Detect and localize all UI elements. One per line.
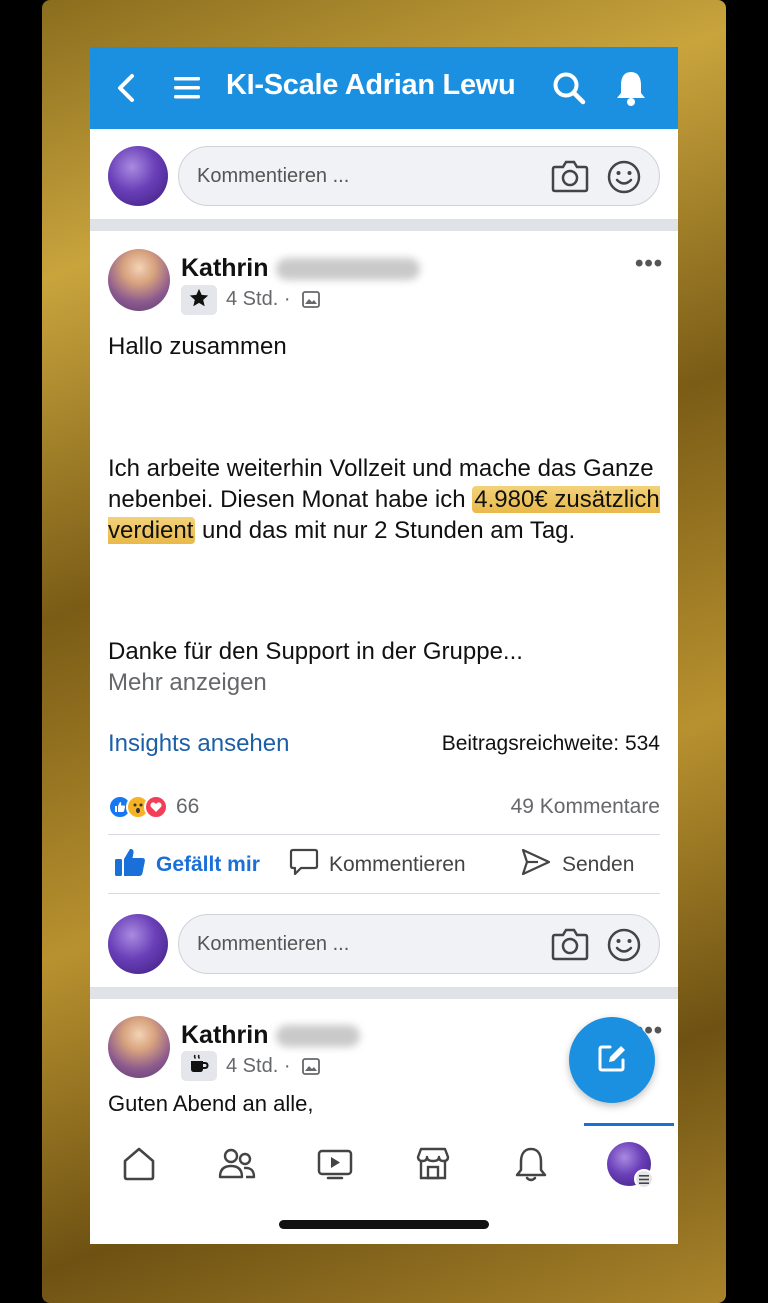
send-label: Senden bbox=[562, 853, 635, 876]
friends-icon[interactable] bbox=[212, 1139, 262, 1189]
post-time: 4 Std. · bbox=[226, 1055, 291, 1077]
emoji-icon[interactable] bbox=[606, 159, 642, 200]
separator bbox=[90, 987, 678, 999]
home-indicator bbox=[279, 1220, 489, 1229]
author-avatar[interactable] bbox=[108, 1016, 170, 1078]
notifications-icon[interactable] bbox=[506, 1139, 556, 1189]
emoji-icon[interactable] bbox=[606, 927, 642, 968]
compose-icon bbox=[595, 1041, 629, 1080]
comment-placeholder: Kommentieren ... bbox=[197, 933, 350, 955]
author-name[interactable]: Kathrin bbox=[181, 254, 269, 283]
photo-icon bbox=[302, 291, 320, 313]
comment-input[interactable]: Kommentieren ... bbox=[178, 914, 660, 974]
search-icon[interactable] bbox=[552, 71, 586, 110]
post-thanks-text: Danke für den Support in der Gruppe... bbox=[108, 638, 523, 665]
active-tab-indicator bbox=[584, 1123, 674, 1126]
menu-badge-icon bbox=[634, 1169, 654, 1189]
love-reaction-icon bbox=[144, 795, 168, 819]
post-thanks: Danke für den Support in der Gruppe... M… bbox=[108, 636, 664, 698]
photo-icon bbox=[302, 1058, 320, 1080]
star-icon bbox=[188, 287, 210, 314]
bell-icon[interactable] bbox=[614, 69, 648, 112]
comment-count[interactable]: 49 Kommentare bbox=[511, 795, 660, 819]
page-title: KI-Scale Adrian Lewu bbox=[226, 69, 516, 101]
blurred-surname bbox=[276, 1025, 360, 1047]
post-reach: Beitragsreichweite: 534 bbox=[441, 732, 660, 755]
like-label: Gefällt mir bbox=[156, 853, 260, 876]
reaction-count: 66 bbox=[176, 795, 200, 818]
send-icon bbox=[520, 847, 562, 883]
separator bbox=[90, 219, 678, 231]
more-icon[interactable]: ••• bbox=[635, 250, 663, 278]
avatar bbox=[108, 146, 168, 206]
top-bar: KI-Scale Adrian Lewu bbox=[90, 47, 678, 129]
bottom-nav bbox=[90, 1123, 678, 1244]
like-icon bbox=[114, 847, 156, 883]
post-time: 4 Std. · bbox=[226, 288, 291, 310]
divider bbox=[108, 893, 660, 894]
comment-label: Kommentieren bbox=[329, 853, 466, 876]
video-icon[interactable] bbox=[310, 1139, 360, 1189]
comment-icon bbox=[289, 847, 329, 883]
like-button[interactable]: Gefällt mir bbox=[114, 847, 260, 883]
marketplace-icon[interactable] bbox=[408, 1139, 458, 1189]
profile-menu-icon[interactable] bbox=[604, 1139, 654, 1189]
menu-icon[interactable] bbox=[174, 75, 200, 106]
avatar bbox=[108, 914, 168, 974]
post-body: Ich arbeite weiterhin Vollzeit und mache… bbox=[108, 453, 664, 546]
comment-button[interactable]: Kommentieren bbox=[289, 847, 466, 883]
divider bbox=[108, 834, 660, 835]
post-body-part2: und das mit nur 2 Stunden am Tag. bbox=[195, 517, 576, 544]
camera-icon[interactable] bbox=[551, 927, 589, 966]
comment-input[interactable]: Kommentieren ... bbox=[178, 146, 660, 206]
comment-row-post: Kommentieren ... bbox=[90, 897, 678, 983]
back-icon[interactable] bbox=[114, 73, 138, 108]
phone-screen: KI-Scale Adrian Lewu Kommentieren ... Ka… bbox=[90, 47, 678, 1244]
coffee-icon bbox=[188, 1053, 210, 1080]
more-link[interactable]: Mehr anzeigen bbox=[108, 667, 664, 698]
reactions-summary[interactable]: 66 bbox=[108, 793, 199, 821]
blurred-surname bbox=[276, 258, 420, 280]
member-badge bbox=[181, 1051, 217, 1081]
comment-placeholder: Kommentieren ... bbox=[197, 165, 350, 187]
comment-row-top: Kommentieren ... bbox=[90, 129, 678, 215]
post2-text: Guten Abend an alle, bbox=[108, 1091, 314, 1116]
post-greeting: Hallo zusammen bbox=[108, 333, 287, 360]
home-icon[interactable] bbox=[114, 1139, 164, 1189]
compose-button[interactable] bbox=[569, 1017, 655, 1103]
author-name[interactable]: Kathrin bbox=[181, 1021, 269, 1050]
camera-icon[interactable] bbox=[551, 159, 589, 198]
author-avatar[interactable] bbox=[108, 249, 170, 311]
insights-link[interactable]: Insights ansehen bbox=[108, 730, 289, 758]
send-button[interactable]: Senden bbox=[520, 847, 634, 883]
member-badge bbox=[181, 285, 217, 315]
